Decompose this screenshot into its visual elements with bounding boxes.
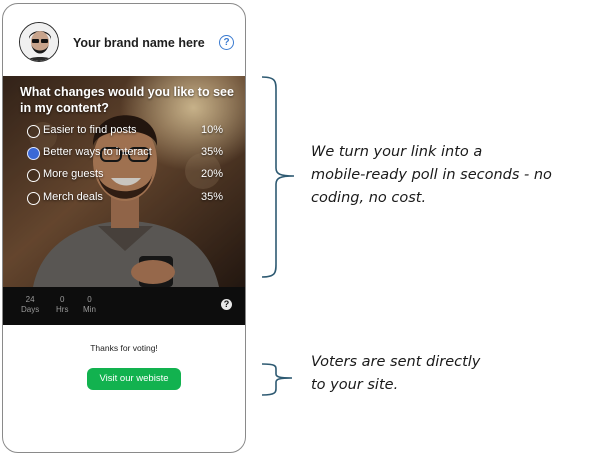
top-annotation: We turn your link into a mobile-ready po…	[311, 141, 552, 210]
annotation-line: We turn your link into a	[311, 144, 483, 160]
top-bracket	[261, 76, 295, 278]
annotation-line: mobile-ready poll in seconds - no	[311, 167, 552, 183]
bottom-annotation: Voters are sent directly to your site.	[311, 351, 480, 397]
annotation-line: Voters are sent directly	[311, 354, 481, 370]
annotation-line: to your site.	[311, 377, 399, 393]
annotation-brackets	[261, 76, 295, 396]
annotation-line: coding, no cost.	[311, 190, 427, 206]
bottom-bracket	[261, 363, 293, 396]
